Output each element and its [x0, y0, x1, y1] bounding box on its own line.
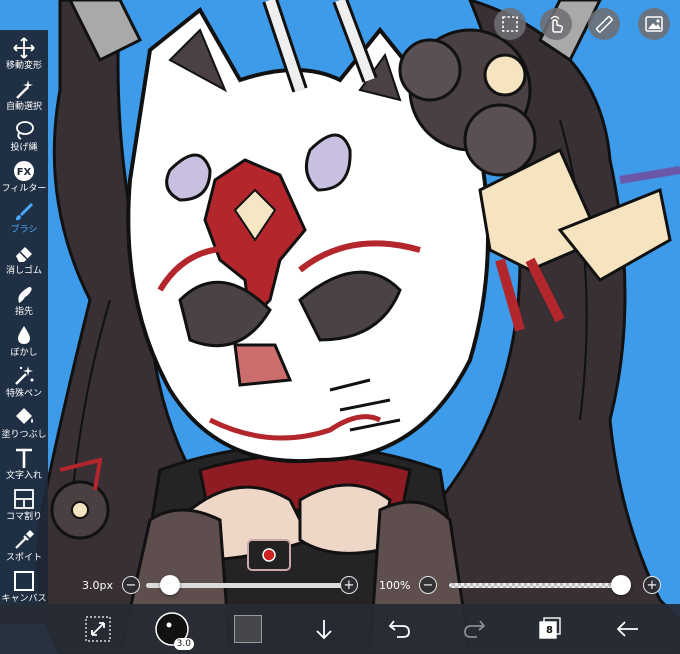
download-button[interactable]: [306, 612, 342, 646]
layer-count: 8: [546, 625, 553, 636]
tool-text[interactable]: 文字入れ: [0, 446, 48, 487]
back-button[interactable]: [610, 612, 646, 646]
tool-label: 指先: [14, 307, 33, 317]
tool-smudge[interactable]: 指先: [0, 282, 48, 323]
finger-icon: [18, 287, 32, 303]
fx-icon: FX: [14, 161, 34, 181]
tool-frame-divider[interactable]: コマ割り: [0, 487, 48, 528]
tool-magic-wand[interactable]: 自動選択: [0, 77, 48, 118]
hand-touch-icon: [550, 15, 564, 33]
arrow-left-icon: [616, 621, 638, 637]
tool-special-pen[interactable]: 特殊ペン: [0, 364, 48, 405]
selection-button[interactable]: [494, 8, 526, 40]
frame-icon: [14, 489, 34, 509]
tool-label: 移動変形: [5, 61, 42, 71]
quick-menu-button[interactable]: [80, 612, 116, 646]
magic-wand-icon: [16, 80, 33, 99]
canvas-square-icon: [14, 571, 34, 591]
undo-icon: [388, 620, 410, 638]
bucket-icon: [16, 408, 33, 424]
swap-arrows-icon: [85, 616, 111, 642]
redo-button[interactable]: [456, 612, 492, 646]
tool-label: 投げ縄: [10, 143, 38, 153]
eyedropper-icon: [15, 530, 34, 549]
bottom-toolbar: 3.0 8: [0, 604, 680, 654]
tool-label: ブラシ: [10, 225, 38, 235]
layers-button[interactable]: 8: [532, 612, 568, 646]
opacity-decrease-button[interactable]: −: [419, 576, 437, 594]
lasso-icon: [16, 121, 34, 140]
tool-eraser[interactable]: 消しゴム: [0, 241, 48, 282]
drawing-canvas[interactable]: [0, 0, 680, 654]
tool-label: 文字入れ: [5, 471, 42, 481]
undo-button[interactable]: [382, 612, 418, 646]
opacity-label: 100%: [379, 579, 411, 592]
opacity-increase-button[interactable]: +: [643, 576, 661, 594]
tool-filter[interactable]: FX フィルター: [0, 159, 48, 200]
brush-size-decrease-button[interactable]: −: [122, 576, 140, 594]
tool-label: スポイト: [5, 553, 42, 563]
opacity-slider-knob[interactable]: [611, 575, 631, 595]
tool-label: 自動選択: [5, 102, 42, 112]
tool-label: コマ割り: [5, 512, 42, 522]
arrow-down-icon: [316, 620, 332, 640]
tool-sidebar: 移動変形 自動選択 投げ縄 FX フィルター ブラシ 消しゴム 指先 ぼかし 特…: [0, 30, 48, 624]
app-root: 移動変形 自動選択 投げ縄 FX フィルター ブラシ 消しゴム 指先 ぼかし 特…: [0, 0, 680, 654]
image-picture-icon: [645, 16, 663, 32]
brush-size-preview-button[interactable]: 3.0: [154, 612, 194, 650]
text-t-icon: [16, 448, 32, 468]
redo-icon: [464, 620, 486, 638]
tool-move[interactable]: 移動変形: [0, 36, 48, 77]
brush-size-increase-button[interactable]: +: [340, 576, 358, 594]
opacity-slider-track[interactable]: [449, 583, 621, 588]
brush-size-label: 3.0px: [82, 579, 113, 592]
svg-text:FX: FX: [17, 167, 32, 178]
tool-label: フィルター: [1, 184, 47, 194]
tool-label: 塗りつぶし: [1, 430, 47, 440]
ruler-icon: [595, 15, 613, 33]
tool-fill[interactable]: 塗りつぶし: [0, 405, 48, 446]
tool-label: ぼかし: [10, 348, 38, 358]
tool-eyedropper[interactable]: スポイト: [0, 528, 48, 569]
brush-size-badge: 3.0: [173, 638, 194, 650]
tool-lasso[interactable]: 投げ縄: [0, 118, 48, 159]
tool-blur[interactable]: ぼかし: [0, 323, 48, 364]
gesture-button[interactable]: [540, 8, 572, 40]
color-swatch-button[interactable]: [230, 612, 266, 646]
eraser-icon: [16, 247, 32, 262]
tool-brush[interactable]: ブラシ: [0, 200, 48, 241]
sparkle-pen-icon: [15, 366, 34, 385]
tool-label: 消しゴム: [5, 266, 42, 276]
primary-color-swatch: [234, 615, 262, 643]
move-arrows-icon: [13, 37, 35, 59]
dashed-selection-icon: [502, 16, 518, 32]
slider-bar: 3.0px − + 100% − +: [48, 572, 680, 600]
drop-icon: [18, 326, 30, 344]
ruler-button[interactable]: [588, 8, 620, 40]
material-button[interactable]: [638, 8, 670, 40]
brush-size-slider-knob[interactable]: [159, 575, 180, 595]
brush-icon: [16, 203, 33, 221]
tool-label: 特殊ペン: [5, 389, 42, 399]
